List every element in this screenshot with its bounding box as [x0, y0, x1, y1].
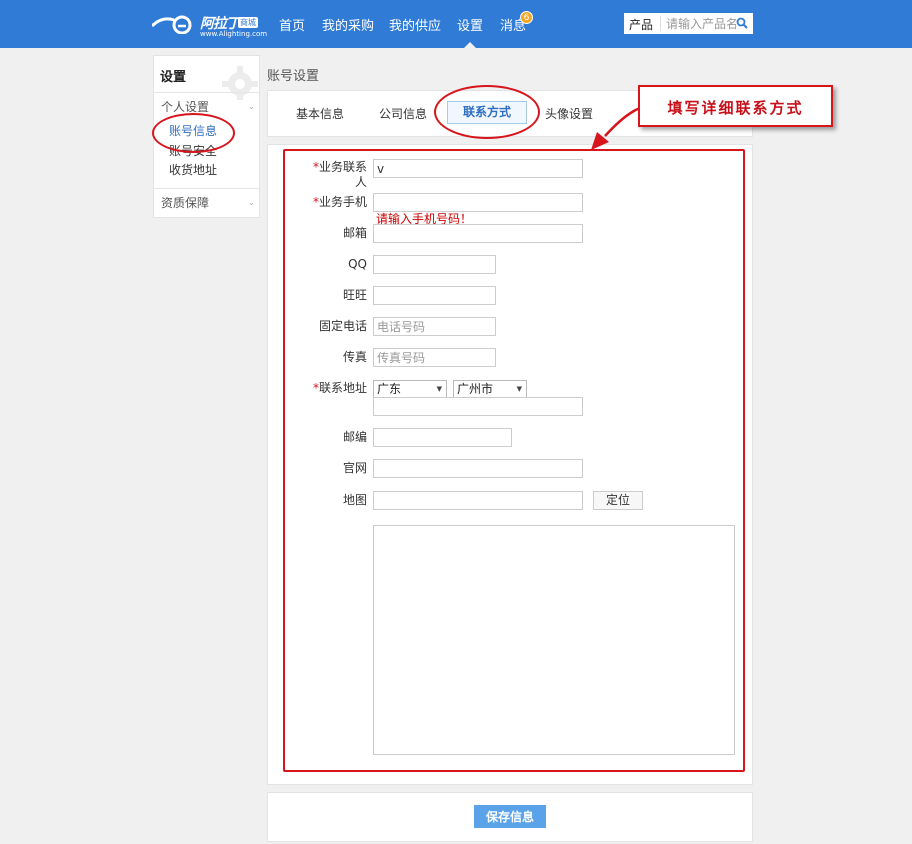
nav-home[interactable]: 首页	[279, 15, 305, 34]
sidebar-group-qualification[interactable]: 资质保障	[161, 194, 209, 211]
active-nav-caret-icon	[464, 42, 476, 48]
tab-company-info[interactable]: 公司信息	[379, 105, 427, 122]
search-icon[interactable]	[736, 17, 748, 29]
tab-basic-info[interactable]: 基本信息	[296, 105, 344, 122]
nav-my-supply[interactable]: 我的供应	[389, 15, 441, 34]
nav-settings[interactable]: 设置	[457, 15, 483, 34]
annotation-form-frame	[283, 149, 745, 772]
logo-url: www.Alighting.com	[200, 30, 268, 38]
site-logo[interactable]: 阿拉丁 商城 www.Alighting.com	[152, 10, 267, 38]
annotation-arrow-icon	[591, 106, 641, 150]
search-category-select[interactable]: 产品	[629, 16, 653, 33]
chevron-down-icon: ⌄	[248, 198, 255, 207]
sidebar-divider	[154, 92, 259, 93]
annotation-circle-tab	[434, 85, 540, 139]
logo-tag: 商城	[238, 17, 258, 28]
gear-icon	[222, 66, 258, 100]
page-title: 账号设置	[267, 69, 320, 84]
sidebar-title: 设置	[160, 70, 187, 85]
search-divider	[660, 16, 661, 31]
sidebar-divider	[154, 188, 259, 189]
top-nav-bar: 阿拉丁 商城 www.Alighting.com 首页 我的采购 我的供应 设置…	[0, 0, 912, 48]
message-count-badge: 6	[520, 11, 533, 24]
chevron-down-icon: ⌄	[248, 102, 255, 111]
annotation-circle-sidebar	[152, 113, 235, 153]
save-button[interactable]: 保存信息	[474, 805, 546, 828]
sidebar-item-shipping-address[interactable]: 收货地址	[169, 161, 217, 178]
logo-mark-icon	[152, 15, 192, 34]
nav-my-purchase[interactable]: 我的采购	[322, 15, 374, 34]
search-box: 产品	[624, 13, 753, 34]
annotation-callout: 填写详细联系方式	[638, 85, 833, 127]
annotation-callout-text: 填写详细联系方式	[667, 99, 804, 117]
search-input[interactable]	[666, 15, 736, 32]
